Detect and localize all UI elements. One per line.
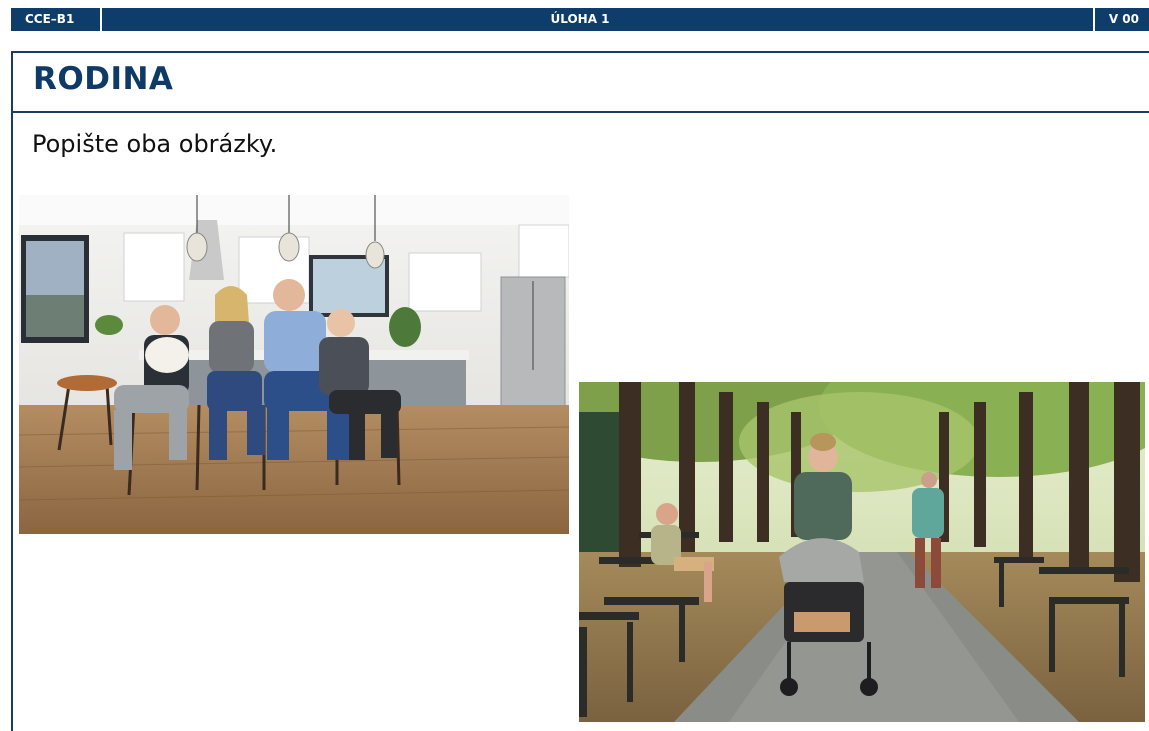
- task-label: ÚLOHA 1: [550, 12, 610, 26]
- family-kitchen-photo: [19, 195, 569, 534]
- park-stroller-photo: [579, 382, 1145, 722]
- header-bar: CCE–B1 ÚLOHA 1 V 00: [11, 8, 1149, 31]
- header-divider: [1093, 8, 1095, 31]
- title-row: RODINA: [13, 53, 1149, 113]
- page-title: RODINA: [33, 61, 174, 97]
- task-instruction: Popište oba obrázky.: [32, 130, 278, 158]
- version-label: V 00: [1108, 12, 1139, 26]
